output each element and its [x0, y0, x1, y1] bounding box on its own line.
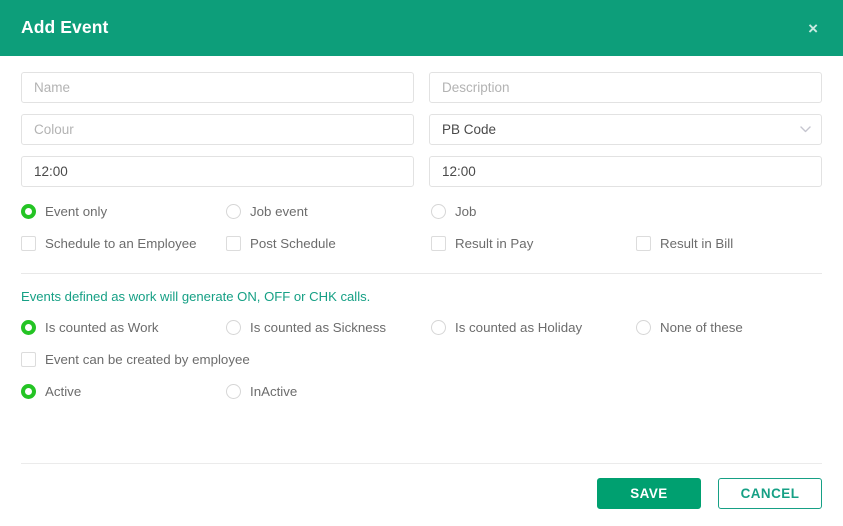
radio-label: Active — [45, 383, 82, 399]
radio-icon — [636, 320, 651, 336]
flags-checkbox-group: Schedule to an Employee Post Schedule Re… — [21, 236, 822, 251]
radio-label: InActive — [250, 383, 298, 399]
checkbox-label: Result in Pay — [455, 235, 534, 251]
checkbox-event-can-be-created-by-employee[interactable]: Event can be created by employee — [21, 351, 250, 368]
field-group-end-time — [429, 156, 822, 187]
radio-is-counted-as-work[interactable]: Is counted as Work — [21, 319, 226, 336]
description-input[interactable] — [429, 72, 822, 103]
section-divider — [21, 273, 822, 274]
footer-divider — [21, 463, 822, 464]
radio-label: Is counted as Sickness — [250, 319, 386, 335]
radio-job-event[interactable]: Job event — [226, 204, 431, 219]
modal-body: Event only Job event Job Schedule to an … — [0, 56, 843, 526]
checkbox-label: Result in Bill — [660, 235, 734, 251]
radio-icon-selected — [21, 384, 36, 400]
field-group-start-time — [21, 156, 414, 187]
radio-label: None of these — [660, 319, 743, 335]
radio-icon — [431, 204, 446, 219]
end-time-input[interactable] — [429, 156, 822, 187]
radio-is-counted-as-sickness[interactable]: Is counted as Sickness — [226, 319, 431, 336]
page-title: Add Event — [21, 17, 109, 38]
save-button[interactable]: SAVE — [597, 478, 701, 509]
modal-header: Add Event × — [0, 0, 843, 56]
field-group-pbcode — [429, 114, 822, 145]
field-group-name — [21, 72, 414, 103]
checkbox-icon — [226, 236, 241, 251]
checkbox-label: Event can be created by employee — [45, 351, 250, 367]
radio-active[interactable]: Active — [21, 383, 226, 400]
radio-event-only[interactable]: Event only — [21, 204, 226, 219]
radio-label: Event only — [45, 203, 108, 219]
close-icon[interactable]: × — [804, 18, 822, 39]
radio-icon — [226, 204, 241, 219]
checkbox-icon — [431, 236, 446, 251]
form-row-times — [21, 156, 822, 187]
checkbox-icon — [21, 352, 36, 368]
radio-inactive[interactable]: InActive — [226, 383, 431, 400]
radio-label: Is counted as Work — [45, 319, 159, 335]
form-row-colour-pbcode — [21, 114, 822, 145]
radio-icon — [431, 320, 446, 336]
radio-label: Job event — [250, 203, 308, 219]
name-input[interactable] — [21, 72, 414, 103]
radio-icon-selected — [21, 204, 36, 219]
checkbox-result-in-pay[interactable]: Result in Pay — [431, 236, 636, 251]
status-radio-group: Active InActive — [21, 383, 822, 400]
checkbox-icon — [636, 236, 651, 251]
radio-label: Is counted as Holiday — [455, 319, 583, 335]
work-type-radio-group: Is counted as Work Is counted as Sicknes… — [21, 319, 822, 336]
radio-none-of-these[interactable]: None of these — [636, 319, 841, 336]
add-event-modal: Add Event × Name Description Colour PB C… — [0, 0, 843, 526]
start-time-input[interactable] — [21, 156, 414, 187]
colour-input[interactable] — [21, 114, 414, 145]
form-row-name-description — [21, 72, 822, 103]
checkbox-result-in-bill[interactable]: Result in Bill — [636, 236, 841, 251]
modal-footer: SAVE CANCEL — [597, 478, 822, 509]
radio-icon — [226, 384, 241, 400]
radio-icon-selected — [21, 320, 36, 336]
radio-icon — [226, 320, 241, 336]
cancel-button[interactable]: CANCEL — [718, 478, 822, 509]
pb-code-select[interactable] — [429, 114, 822, 145]
checkbox-post-schedule[interactable]: Post Schedule — [226, 236, 431, 251]
radio-label: Job — [455, 203, 477, 219]
field-group-colour — [21, 114, 414, 145]
radio-job[interactable]: Job — [431, 204, 636, 219]
checkbox-label: Post Schedule — [250, 235, 336, 251]
event-type-radio-group: Event only Job event Job — [21, 204, 822, 219]
checkbox-label: Schedule to an Employee — [45, 235, 197, 251]
checkbox-icon — [21, 236, 36, 251]
employee-created-checkbox-group: Event can be created by employee — [21, 351, 822, 368]
field-group-description — [429, 72, 822, 103]
work-calls-note: Events defined as work will generate ON,… — [21, 289, 371, 304]
checkbox-schedule-to-an-employee[interactable]: Schedule to an Employee — [21, 236, 226, 251]
radio-is-counted-as-holiday[interactable]: Is counted as Holiday — [431, 319, 636, 336]
